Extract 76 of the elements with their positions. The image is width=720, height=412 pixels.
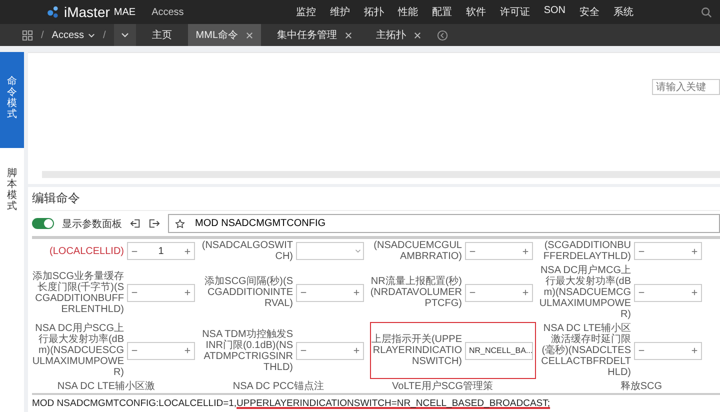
- plus-icon[interactable]: [353, 347, 360, 354]
- parameter-label: NSA TDM功控触发SINR门限(0.1dB)(NSATDMPCTRIGSINRTHLD): [201, 328, 293, 372]
- tab[interactable]: 主页: [152, 28, 172, 42]
- tab[interactable]: 主拓扑: [376, 28, 406, 42]
- section-title: 编辑命令: [32, 189, 720, 211]
- caret-icon[interactable]: [88, 32, 96, 38]
- command-text: MOD NSADCMGMTCONFIG:LOCALCELLID=1,UPPERLAYERINDICATIONSWITCH=NR_NCELL_BASED_BROADCAST;: [32, 393, 720, 412]
- parameter-label: NSA DC LTE辅小区激活缓存时延门限(毫秒)(NSADCLTESCELLACTBFRDELTHLD): [540, 323, 631, 378]
- import-icon[interactable]: [130, 218, 141, 229]
- plus-icon[interactable]: [184, 248, 191, 254]
- plus-icon[interactable]: [522, 289, 529, 296]
- logo-icon: [46, 5, 60, 19]
- dropdown-field[interactable]: [296, 242, 364, 260]
- toggle-switch[interactable]: [32, 218, 54, 229]
- minus-icon[interactable]: [131, 347, 138, 354]
- export-icon[interactable]: [149, 218, 160, 229]
- minus-icon[interactable]: [638, 347, 645, 354]
- plus-icon[interactable]: [184, 289, 191, 296]
- star-icon[interactable]: [175, 218, 185, 228]
- minus-icon[interactable]: [638, 289, 645, 296]
- minus-icon[interactable]: [131, 289, 138, 296]
- parameter-label: 释放SCG: [619, 381, 663, 392]
- grid-icon[interactable]: [22, 30, 33, 40]
- parameter-label: NSA DC PCC锚点注: [232, 381, 325, 392]
- menu-item[interactable]: 许可证: [500, 5, 530, 19]
- minus-icon[interactable]: [469, 289, 476, 296]
- context-label: Access: [152, 6, 184, 18]
- parameter-label: (LOCALCELLID): [48, 246, 124, 256]
- parameter-label: NR流量上报配置(秒)(NRDATAVOLUMERPTCFG): [370, 276, 462, 309]
- dropdown-field[interactable]: NR_NCELL_BA...: [465, 342, 533, 360]
- parameter-label: 添加SCG间隔(秒)(SCGADDITIONINTERVAL): [204, 276, 293, 309]
- side-tab[interactable]: 脚本模式: [0, 148, 24, 232]
- close-icon[interactable]: [246, 32, 254, 38]
- plus-icon[interactable]: [184, 347, 191, 354]
- close-icon[interactable]: [345, 32, 352, 38]
- plus-icon[interactable]: [691, 347, 698, 354]
- breadcrumb-item[interactable]: Access: [52, 30, 84, 40]
- parameter-label: NSA DC用户SCG上行最大发射功率(dBm)(NSADCUESCGULMAXIMUMPOWER): [32, 323, 124, 378]
- menu-item[interactable]: 配置: [432, 5, 452, 19]
- menu-item[interactable]: 性能: [398, 5, 418, 19]
- number-stepper[interactable]: 1: [127, 242, 195, 260]
- parameter-label: (NSADCUEMCGULAMBRRATIO): [372, 240, 462, 262]
- minus-icon[interactable]: [300, 289, 307, 296]
- tab[interactable]: 集中任务管理: [277, 28, 338, 42]
- menu-item[interactable]: 维护: [330, 5, 350, 19]
- menu-item[interactable]: 监控: [296, 5, 316, 19]
- toggle-label: 显示参数面板: [62, 218, 122, 230]
- menu-item[interactable]: 安全: [579, 5, 600, 19]
- plus-icon[interactable]: [691, 248, 698, 254]
- menu-item[interactable]: 软件: [466, 5, 486, 19]
- brand-name: iMaster: [64, 4, 110, 20]
- plus-icon[interactable]: [522, 248, 529, 254]
- menu-item[interactable]: 系统: [613, 5, 634, 19]
- parameter-label: 添加SCG业务量缓存长度门限(千字节)(SCGADDITIONBUFFERLENTHLD): [32, 270, 124, 314]
- breadcrumb-separator: /: [41, 30, 44, 40]
- menu-item[interactable]: 拓扑: [364, 5, 384, 19]
- parameter-label: VoLTE用户SCG管理策: [391, 381, 494, 392]
- dropdown-button[interactable]: [114, 24, 136, 46]
- brand-suffix: MAE: [114, 6, 136, 18]
- minus-icon[interactable]: [300, 347, 307, 354]
- parameter-label: NSA DC用户MCG上行最大发射功率(dBm)(NSADCUEMCGULMAXIMUMPOWER): [539, 265, 631, 320]
- search-field[interactable]: 请输入关键: [652, 79, 720, 95]
- breadcrumb-separator: /: [103, 30, 106, 40]
- search-icon[interactable]: [701, 6, 712, 18]
- parameter-label: (SCGADDITIONBUFFERDELAYTHLD): [542, 240, 631, 262]
- command-field[interactable]: MOD NSADCMGMTCONFIG: [168, 214, 720, 233]
- parameter-label: NSA DC LTE辅小区激: [56, 381, 156, 392]
- menu-item[interactable]: SON: [544, 5, 566, 19]
- caret-icon: [120, 31, 129, 39]
- side-tab[interactable]: 命令模式: [0, 52, 24, 148]
- plus-icon[interactable]: [353, 289, 360, 296]
- parameter-label: 上层指示开关(UPPERLAYERINDICATIONSWITCH): [370, 334, 462, 367]
- caret-icon: [355, 248, 361, 254]
- close-icon[interactable]: [414, 32, 422, 38]
- parameter-label: (NSADCALGOSWITCH): [201, 240, 293, 262]
- plus-icon[interactable]: [691, 289, 698, 296]
